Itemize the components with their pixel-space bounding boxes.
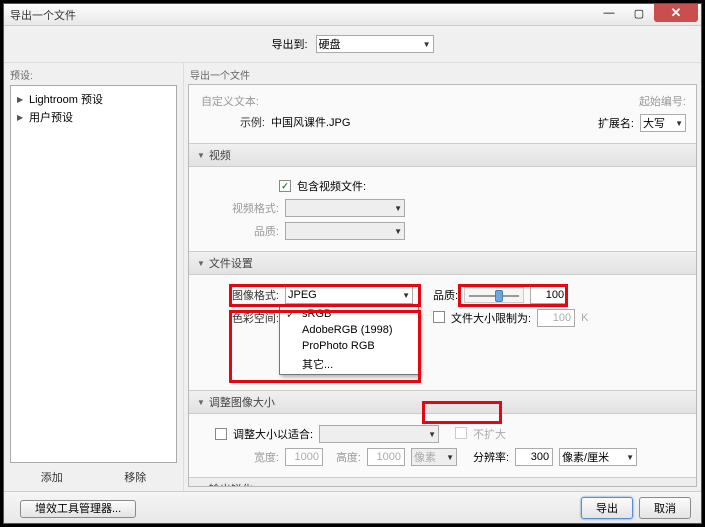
window-title: 导出一个文件 (10, 7, 76, 23)
chevron-down-icon: ▼ (394, 204, 402, 213)
preset-list: ▶Lightroom 预设 ▶用户预设 (10, 85, 177, 463)
titlebar: 导出一个文件 — ▢ ✕ (4, 4, 701, 26)
chevron-down-icon: ▼ (423, 40, 431, 49)
chevron-down-icon: ▼ (675, 119, 683, 128)
triangle-right-icon: ▶ (17, 95, 25, 104)
triangle-down-icon: ▼ (197, 151, 205, 160)
plugin-manager-button[interactable]: 增效工具管理器... (20, 500, 136, 518)
chevron-down-icon: ▼ (394, 227, 402, 236)
resize-fit-select: ▼ (319, 425, 439, 443)
chevron-down-icon: ▼ (626, 453, 634, 462)
cancel-button[interactable]: 取消 (639, 497, 691, 519)
video-quality-select: ▼ (285, 222, 405, 240)
preset-item-user[interactable]: ▶用户预设 (15, 108, 172, 126)
dropdown-option-prophoto[interactable]: ProPhoto RGB (280, 338, 418, 354)
close-button[interactable]: ✕ (654, 4, 698, 22)
presets-label: 预设: (10, 67, 177, 82)
section-header-file-settings[interactable]: ▼文件设置 (189, 251, 696, 275)
settings-scroll[interactable]: 自定义文本: 示例: 中国风课件.JPG 起始编号: 扩展名: 大写▼ ▼视频 包… (188, 84, 697, 487)
limit-size-checkbox[interactable] (433, 311, 445, 323)
dropdown-option-adobergb[interactable]: AdobeRGB (1998) (280, 322, 418, 338)
maximize-button[interactable]: ▢ (624, 4, 654, 22)
chevron-down-icon: ▼ (428, 430, 436, 439)
quality-slider[interactable] (464, 287, 524, 303)
no-enlarge-checkbox (455, 427, 467, 439)
resize-checkbox[interactable] (215, 428, 227, 440)
width-input (285, 448, 323, 466)
limit-size-label: 文件大小限制为: (451, 310, 531, 326)
extension-case-select[interactable]: 大写▼ (640, 114, 686, 132)
image-format-select[interactable]: JPEG▼ (285, 286, 413, 304)
section-header-output-sharpening[interactable]: ▼输出锐化 (189, 477, 696, 487)
export-button[interactable]: 导出 (581, 497, 633, 519)
resolution-input[interactable] (515, 448, 553, 466)
quality-input[interactable] (530, 286, 568, 304)
quality-label: 品质: (433, 287, 458, 303)
triangle-right-icon: ▶ (17, 113, 25, 122)
ext-label: 扩展名: (598, 115, 634, 131)
limit-size-input (537, 309, 575, 327)
remove-preset-button[interactable]: 移除 (124, 469, 146, 485)
video-quality-label: 品质: (199, 223, 279, 239)
resolution-unit-select[interactable]: 像素/厘米▼ (559, 448, 637, 466)
height-input (367, 448, 405, 466)
size-unit-select: 像素▼ (411, 448, 457, 466)
dropdown-option-srgb[interactable]: sRGB (280, 306, 418, 322)
section-header-image-sizing[interactable]: ▼调整图像大小 (189, 390, 696, 414)
main-label: 导出一个文件 (184, 63, 701, 84)
no-enlarge-label: 不扩大 (473, 426, 506, 442)
add-preset-button[interactable]: 添加 (41, 469, 63, 485)
triangle-down-icon: ▼ (197, 259, 205, 268)
include-video-checkbox[interactable] (279, 180, 291, 192)
preset-item-lightroom[interactable]: ▶Lightroom 预设 (15, 90, 172, 108)
video-format-label: 视频格式: (199, 200, 279, 216)
minimize-button[interactable]: — (594, 4, 624, 22)
resolution-label: 分辨率: (473, 449, 509, 465)
triangle-down-icon: ▼ (197, 398, 205, 407)
resize-label: 调整大小以适合: (233, 426, 313, 442)
image-format-label: 图像格式: (199, 287, 279, 303)
start-number-label: 起始编号: (639, 93, 686, 109)
dropdown-option-other[interactable]: 其它... (280, 354, 418, 374)
example-label: 示例: (229, 114, 265, 130)
video-format-select: ▼ (285, 199, 405, 217)
chevron-down-icon: ▼ (402, 291, 410, 300)
color-space-label: 色彩空间: (199, 310, 279, 326)
width-label: 宽度: (199, 449, 279, 465)
section-header-video[interactable]: ▼视频 (189, 143, 696, 167)
height-label: 高度: (329, 449, 361, 465)
include-video-label: 包含视频文件: (297, 178, 366, 194)
example-value: 中国风课件.JPG (271, 114, 350, 130)
limit-size-unit: K (581, 312, 588, 324)
color-space-dropdown[interactable]: sRGB AdobeRGB (1998) ProPhoto RGB 其它... (279, 305, 419, 375)
export-to-select[interactable]: 硬盘▼ (316, 35, 434, 53)
custom-text-label: 自定义文本: (199, 93, 259, 109)
export-to-label: 导出到: (271, 36, 307, 52)
triangle-down-icon: ▼ (197, 485, 205, 488)
chevron-down-icon: ▼ (446, 453, 454, 462)
